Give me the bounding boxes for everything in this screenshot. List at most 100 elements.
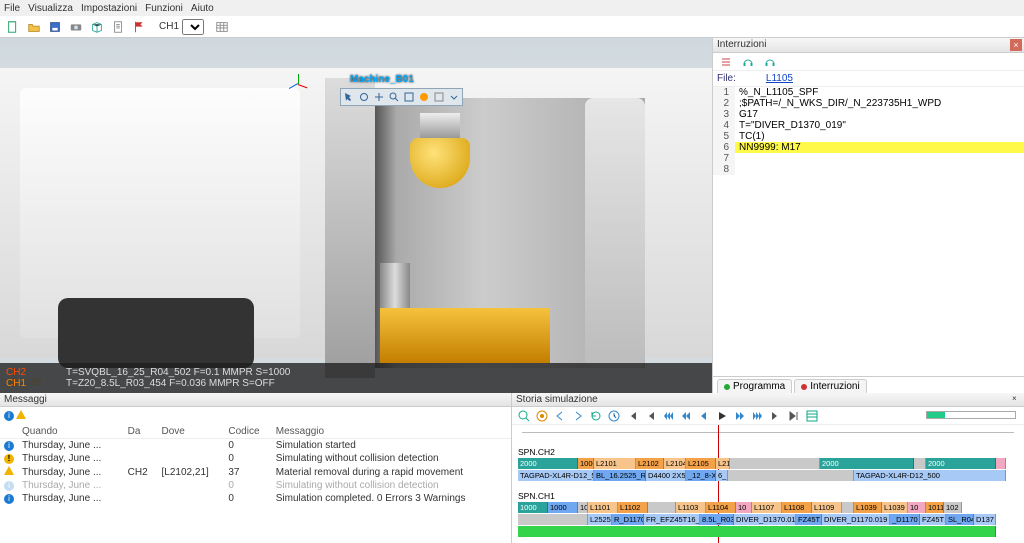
code-editor[interactable]: 1%_N_L1105_SPF2;$PATH=/_N_WKS_DIR/_N_223…	[713, 87, 1024, 376]
menu-functions[interactable]: Funzioni	[145, 3, 183, 14]
vp-select-icon[interactable]	[342, 90, 356, 104]
timeline-segment[interactable]: 10	[908, 502, 926, 513]
timeline-segment[interactable]	[842, 502, 854, 513]
camera-icon[interactable]	[67, 18, 85, 36]
menu-file[interactable]: File	[4, 3, 20, 14]
timeline-segment[interactable]: FR_EFZ45T16_00	[644, 514, 700, 525]
tl-table-icon[interactable]	[804, 408, 820, 424]
code-line[interactable]: 6NN9999: M17	[713, 142, 1024, 153]
track-ch2-programs[interactable]: 20001000L2101L2102L2104L2105L21062000200…	[518, 458, 1018, 469]
new-file-icon[interactable]	[4, 18, 22, 36]
timeline-segment[interactable]: TAGPAD-XL4R-D12_500	[854, 470, 1006, 481]
timeline-segment[interactable]: FZ45T1	[920, 514, 946, 525]
code-line[interactable]: 2;$PATH=/_N_WKS_DIR/_N_223735H1_WPD	[713, 98, 1024, 109]
timeline-segment[interactable]: 2000	[926, 458, 996, 469]
tl-ff2-icon[interactable]	[732, 408, 748, 424]
timeline-segment[interactable]: TAGPAD-XL4R-D12_500	[518, 470, 594, 481]
track-ch1-programs[interactable]: 10001000100L1101L1102L1103L110410L1107L1…	[518, 502, 1018, 513]
track-ch2-tools[interactable]: TAGPAD-XL4R-D12_500BL_16.2525_R12D4400 2…	[518, 470, 1018, 481]
tab-interruzioni[interactable]: Interruzioni	[794, 379, 866, 393]
timeline-segment[interactable]: 10	[736, 502, 752, 513]
code-line[interactable]: 8	[713, 164, 1024, 175]
tl-reload-icon[interactable]	[588, 408, 604, 424]
code-line[interactable]: 4T="DIVER_D1370_019"	[713, 120, 1024, 131]
flag-icon[interactable]	[130, 18, 148, 36]
timeline-segment[interactable]: L1039	[882, 502, 908, 513]
tl-play-icon[interactable]	[714, 408, 730, 424]
timeline-segment[interactable]: BL_16.2525_R12	[594, 470, 646, 481]
filter-info-icon[interactable]: i	[4, 411, 14, 421]
timeline-segment[interactable]: D137	[974, 514, 996, 525]
timeline-segment[interactable]: L1107	[752, 502, 782, 513]
timeline-segment[interactable]	[914, 458, 926, 469]
timeline-segment[interactable]: 6_F	[716, 470, 728, 481]
tl-rew3-icon[interactable]	[660, 408, 676, 424]
tl-step-back-icon[interactable]	[696, 408, 712, 424]
timeline-segment[interactable]: 102	[944, 502, 962, 513]
track-ch1-tools[interactable]: L2525R_D1170FR_EFZ45T16_008.5L_R03DIVER_…	[518, 514, 1018, 525]
timeline-segment[interactable]	[728, 470, 854, 481]
headphones-green-icon[interactable]	[739, 53, 757, 71]
timeline-segment[interactable]: 100	[578, 502, 588, 513]
vp-pan-icon[interactable]	[372, 90, 386, 104]
tl-skip-prev-icon[interactable]	[642, 408, 658, 424]
message-row[interactable]: Thursday, June ...0Simulating without co…	[0, 452, 511, 465]
timeline-segment[interactable]: L1109	[812, 502, 842, 513]
code-line[interactable]: 3G17	[713, 109, 1024, 120]
tl-right-icon[interactable]	[570, 408, 586, 424]
timeline-segment[interactable]: L1103	[676, 502, 706, 513]
headphones-green2-icon[interactable]	[761, 53, 779, 71]
timeline-segment[interactable]: _D1170	[890, 514, 920, 525]
message-row[interactable]: iThursday, June ...0Simulating without c…	[0, 479, 511, 492]
message-row[interactable]: Thursday, June ...CH2[L2102,21]37Materia…	[0, 465, 511, 479]
timeline-segment[interactable]	[730, 458, 820, 469]
timeline-segment[interactable]: 2000	[820, 458, 914, 469]
track-ch1-green[interactable]	[518, 526, 1018, 537]
vp-zoom-icon[interactable]	[387, 90, 401, 104]
tl-zoom-icon[interactable]	[516, 408, 532, 424]
file-name-link[interactable]: L1105	[766, 73, 793, 84]
timeline-segment[interactable]: D4400 2X52	[646, 470, 686, 481]
save-icon[interactable]	[46, 18, 64, 36]
filter-warning-icon[interactable]	[16, 410, 28, 422]
code-line[interactable]: 7	[713, 153, 1024, 164]
menu-help[interactable]: Aiuto	[191, 3, 214, 14]
channel-select[interactable]	[182, 19, 204, 35]
menu-view[interactable]: Visualizza	[28, 3, 73, 14]
vp-rotate-icon[interactable]	[357, 90, 371, 104]
tl-skip-last-icon[interactable]	[786, 408, 802, 424]
timeline-segment[interactable]: DIVER_D1370.019	[734, 514, 796, 525]
vp-more-icon[interactable]	[447, 90, 461, 104]
code-line[interactable]: 5TC(1)	[713, 131, 1024, 142]
tl-skip-first-icon[interactable]	[624, 408, 640, 424]
tl-ff3-icon[interactable]	[750, 408, 766, 424]
timeline-segment[interactable]	[996, 458, 1006, 469]
col-when[interactable]: Quando	[18, 425, 124, 439]
box-icon[interactable]	[88, 18, 106, 36]
vp-fit-icon[interactable]	[402, 90, 416, 104]
tl-skip-next-icon[interactable]	[768, 408, 784, 424]
timeline-segment[interactable]: L1102	[618, 502, 648, 513]
timeline-segment[interactable]: 8.5L_R03	[700, 514, 734, 525]
timeline-segment[interactable]: L1104	[706, 502, 736, 513]
timeline-segment[interactable]: DIVER_D1170.019	[822, 514, 890, 525]
timeline-segment[interactable]: 1000	[578, 458, 594, 469]
tl-clock-icon[interactable]	[606, 408, 622, 424]
grid-icon[interactable]	[213, 18, 231, 36]
timeline-segment[interactable]: L2525	[588, 514, 612, 525]
timeline-segment[interactable]: SL_R04	[946, 514, 974, 525]
vp-shade-icon[interactable]	[417, 90, 431, 104]
timeline-segment[interactable]: L2105	[686, 458, 716, 469]
tl-target-icon[interactable]	[534, 408, 550, 424]
close-icon[interactable]: ×	[1012, 394, 1022, 404]
timeline-segment[interactable]	[648, 502, 676, 513]
col-where[interactable]: Dove	[158, 425, 225, 439]
code-line[interactable]: 1%_N_L1105_SPF	[713, 87, 1024, 98]
doc-icon[interactable]	[109, 18, 127, 36]
3d-viewport[interactable]: Machine_B01 00:00:00 CH2T=SVQBL_16_25_R0…	[0, 38, 712, 393]
timeline-segment[interactable]: L2104	[664, 458, 686, 469]
col-from[interactable]: Da	[124, 425, 158, 439]
timeline-segment[interactable]: 2000	[518, 458, 578, 469]
timeline-segment[interactable]: L2102	[636, 458, 664, 469]
tab-programma[interactable]: Programma	[717, 379, 792, 393]
